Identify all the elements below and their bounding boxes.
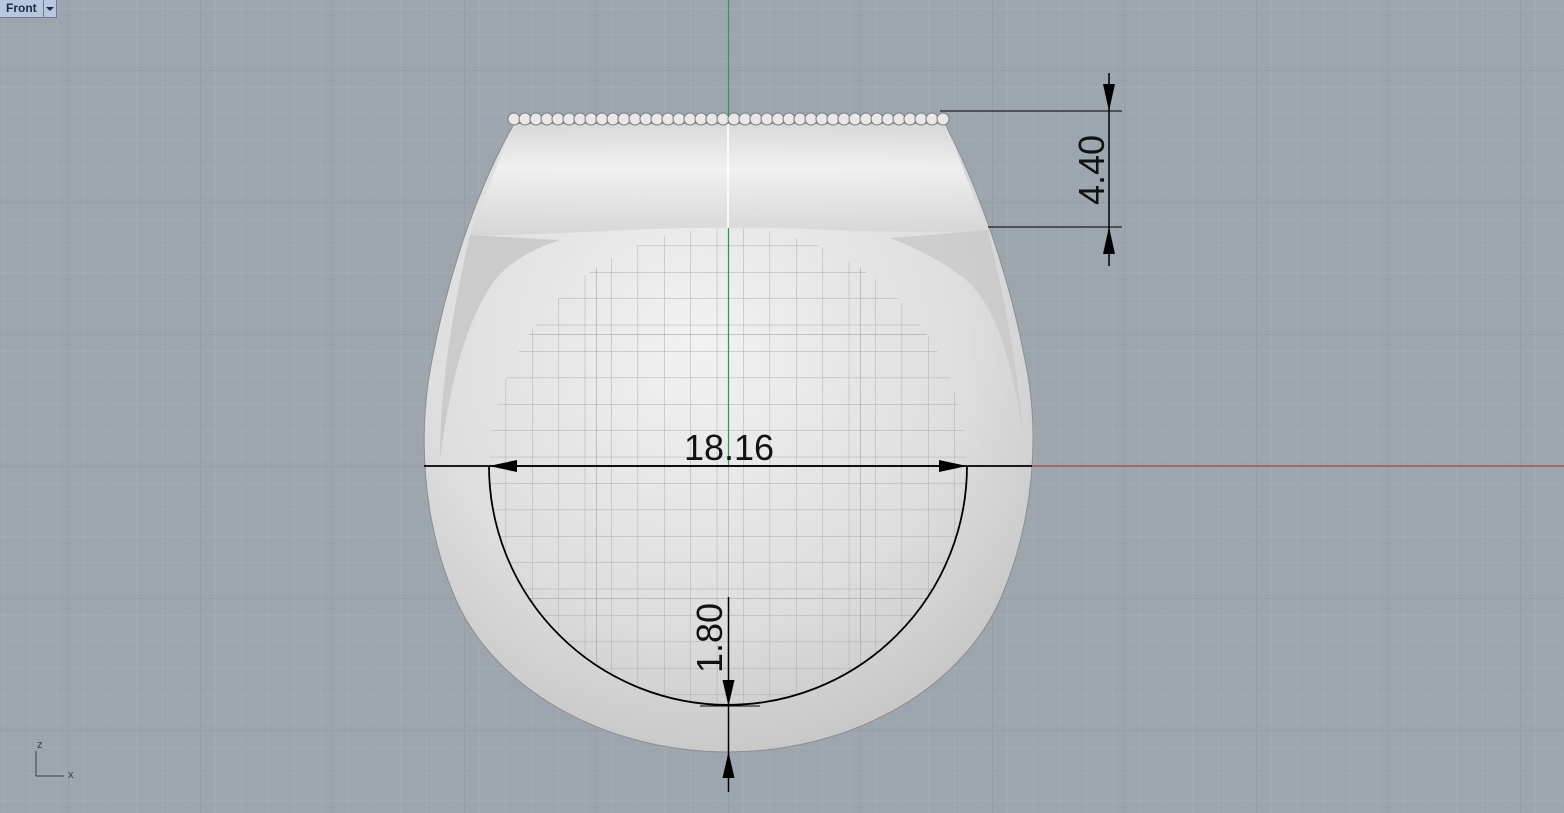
- bead: [606, 112, 620, 126]
- bead: [815, 112, 829, 126]
- viewport-title[interactable]: Front: [0, 0, 43, 17]
- viewport-title-tab[interactable]: Front: [0, 0, 57, 18]
- bead: [837, 112, 851, 126]
- bead: [617, 112, 631, 126]
- bead: [749, 112, 763, 126]
- bead: [694, 112, 708, 126]
- bead: [936, 112, 950, 126]
- bead: [925, 112, 939, 126]
- bead: [672, 112, 686, 126]
- bead: [870, 112, 884, 126]
- bead: [881, 112, 895, 126]
- bead: [650, 112, 664, 126]
- bead: [595, 112, 609, 126]
- bead: [716, 112, 730, 126]
- bead: [892, 112, 906, 126]
- bead: [848, 112, 862, 126]
- bead: [551, 112, 565, 126]
- bead: [793, 112, 807, 126]
- bead: [804, 112, 818, 126]
- bead: [914, 112, 928, 126]
- bead: [639, 112, 653, 126]
- viewport-canvas[interactable]: 18.16 4.40 1.80 z x: [0, 0, 1564, 813]
- bead: [782, 112, 796, 126]
- bead: [826, 112, 840, 126]
- inner-diameter-label: 18.16: [684, 427, 774, 468]
- bead: [540, 112, 554, 126]
- shank-thickness-label: 1.80: [689, 603, 730, 673]
- bead: [683, 112, 697, 126]
- bead: [529, 112, 543, 126]
- bead: [661, 112, 675, 126]
- bead: [771, 112, 785, 126]
- bead: [562, 112, 576, 126]
- bead: [573, 112, 587, 126]
- axis-indicator-x-label: x: [68, 769, 74, 781]
- bead: [705, 112, 719, 126]
- chevron-down-icon[interactable]: [42, 0, 56, 17]
- bead: [903, 112, 917, 126]
- bead: [628, 112, 642, 126]
- bead: [859, 112, 873, 126]
- bead: [727, 112, 741, 126]
- front-viewport[interactable]: 18.16 4.40 1.80 z x Front: [0, 0, 1564, 813]
- bead: [518, 112, 532, 126]
- bead: [760, 112, 774, 126]
- bead: [507, 112, 521, 126]
- bead: [738, 112, 752, 126]
- axis-indicator-z-label: z: [37, 739, 43, 751]
- top-height-label: 4.40: [1071, 135, 1112, 205]
- bead: [584, 112, 598, 126]
